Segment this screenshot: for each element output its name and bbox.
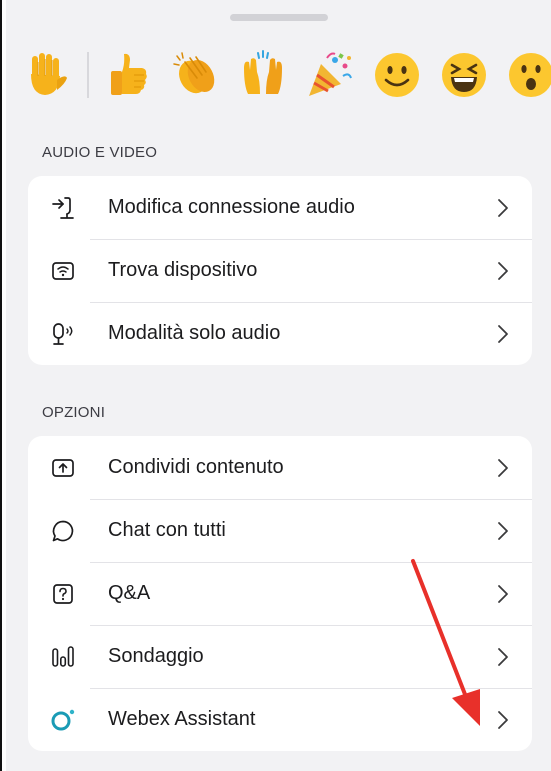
laughing-face-reaction-button[interactable] <box>438 49 490 101</box>
find-device-row[interactable]: Trova dispositivo <box>28 239 532 302</box>
party-popper-icon <box>309 52 352 96</box>
webex-assistant-label: Webex Assistant <box>108 708 256 730</box>
chat-with-everyone-label: Chat con tutti <box>108 519 226 541</box>
poll-row[interactable]: Sondaggio <box>28 625 532 688</box>
raised-hand-icon <box>31 53 67 95</box>
chevron-right-icon <box>496 260 510 282</box>
party-popper-reaction-button[interactable] <box>304 49 356 101</box>
options-card: Condividi contenuto Chat con tutti Q&A S… <box>28 436 532 751</box>
options-section-header: OPZIONI <box>42 404 106 421</box>
reactions-separator <box>87 52 89 98</box>
thumbs-up-icon <box>111 53 147 95</box>
audio-video-section-header: AUDIO E VIDEO <box>42 144 158 161</box>
raising-hands-reaction-button[interactable] <box>237 49 289 101</box>
meeting-options-sheet: AUDIO E VIDEO Modifica connessione audio <box>6 0 551 771</box>
modify-audio-connection-row[interactable]: Modifica connessione audio <box>28 176 532 239</box>
share-content-row[interactable]: Condividi contenuto <box>28 436 532 499</box>
poll-label: Sondaggio <box>108 645 204 667</box>
chevron-right-icon <box>496 197 510 219</box>
chat-with-everyone-row[interactable]: Chat con tutti <box>28 499 532 562</box>
audio-only-icon <box>50 321 76 347</box>
share-content-icon <box>50 455 76 481</box>
chevron-right-icon <box>496 520 510 542</box>
find-device-icon <box>50 258 76 284</box>
chevron-right-icon <box>496 709 510 731</box>
clapping-hands-reaction-button[interactable] <box>170 49 222 101</box>
chevron-right-icon <box>496 323 510 345</box>
laughing-face-icon <box>442 53 486 97</box>
question-icon <box>50 581 76 607</box>
surprised-face-reaction-button[interactable] <box>505 49 551 101</box>
sheet-grabber-handle[interactable] <box>230 14 328 21</box>
share-content-label: Condividi contenuto <box>108 456 284 478</box>
audio-video-card: Modifica connessione audio Trova disposi… <box>28 176 532 365</box>
audio-only-mode-row[interactable]: Modalità solo audio <box>28 302 532 365</box>
chat-bubble-icon <box>50 518 76 544</box>
modify-audio-connection-label: Modifica connessione audio <box>108 196 355 218</box>
chevron-right-icon <box>496 583 510 605</box>
surprised-face-icon <box>509 53 551 97</box>
qa-label: Q&A <box>108 582 151 604</box>
window-left-edge <box>0 0 2 771</box>
raising-hands-icon <box>244 50 282 94</box>
thumbs-up-reaction-button[interactable] <box>103 49 155 101</box>
audio-connection-icon <box>50 195 76 221</box>
webex-assistant-icon <box>50 707 76 733</box>
raised-hand-reaction-button[interactable] <box>20 49 72 101</box>
chevron-right-icon <box>496 457 510 479</box>
smiling-face-icon <box>375 53 419 97</box>
smiling-face-reaction-button[interactable] <box>371 49 423 101</box>
find-device-label: Trova dispositivo <box>108 259 258 281</box>
qa-row[interactable]: Q&A <box>28 562 532 625</box>
poll-icon <box>50 644 76 670</box>
reactions-bar <box>20 45 551 105</box>
clapping-hands-icon <box>173 52 215 94</box>
webex-assistant-row[interactable]: Webex Assistant <box>28 688 532 751</box>
chevron-right-icon <box>496 646 510 668</box>
audio-only-mode-label: Modalità solo audio <box>108 322 281 344</box>
